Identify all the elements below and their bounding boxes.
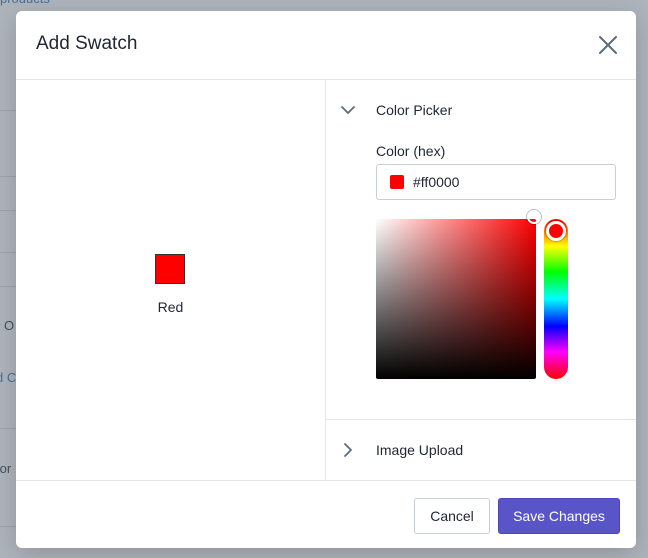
swatch-preview-square (155, 254, 185, 284)
add-swatch-dialog: Add Swatch Red Color Picker Color (hex) (16, 11, 636, 548)
cancel-button[interactable]: Cancel (414, 498, 490, 534)
close-icon[interactable] (598, 35, 618, 55)
modal-body: Red Color Picker Color (hex) #ff0000 Ima… (16, 80, 636, 480)
color-picker-section-toggle[interactable]: Color Picker (326, 90, 636, 130)
swatch-preview-pane: Red (16, 80, 326, 480)
hex-color-field[interactable] (376, 164, 616, 200)
modal-header: Add Swatch (16, 11, 636, 80)
swatch-settings-pane: Color Picker Color (hex) Image Upload (326, 80, 636, 480)
hex-field-label: Color (hex) (376, 143, 446, 159)
image-upload-section-toggle[interactable]: Image Upload (326, 430, 636, 470)
saturation-brightness-handle[interactable] (527, 210, 541, 224)
chevron-down-icon (341, 106, 355, 114)
hue-slider-handle[interactable] (546, 221, 566, 241)
modal-footer: Cancel Save Changes (16, 480, 636, 548)
hue-slider[interactable] (544, 219, 568, 379)
hex-color-input[interactable] (413, 172, 603, 192)
saturation-brightness-area[interactable] (376, 210, 541, 379)
swatch-preview-label: Red (157, 299, 184, 315)
save-changes-button[interactable]: Save Changes (498, 498, 620, 534)
chevron-right-icon (344, 443, 352, 457)
image-upload-section-title: Image Upload (376, 442, 464, 458)
modal-title: Add Swatch (36, 33, 138, 54)
section-divider (326, 419, 636, 420)
hex-color-swatch (390, 175, 404, 189)
color-picker-section-title: Color Picker (376, 102, 453, 118)
